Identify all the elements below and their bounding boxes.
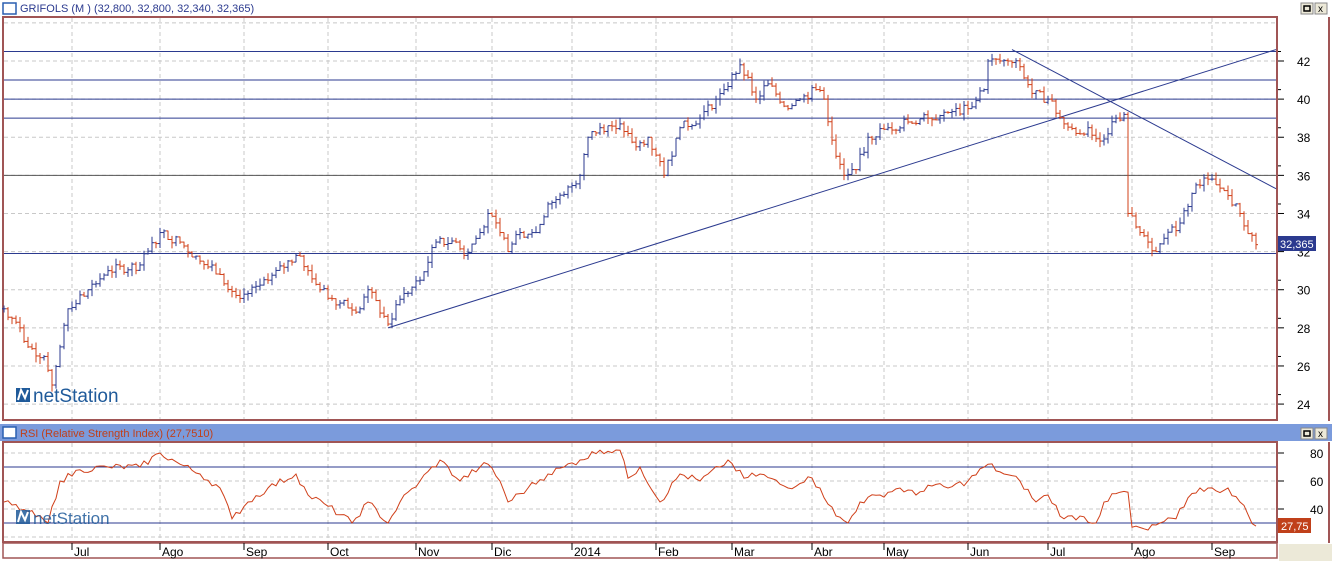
x-tick-label: Jul [74, 545, 89, 559]
y-tick-label: 60 [1310, 475, 1324, 489]
y-tick-label: 80 [1310, 447, 1324, 461]
x-tick-label: Feb [658, 545, 679, 559]
y-tick-label: 34 [1297, 207, 1311, 221]
x-tick-label: Nov [418, 545, 439, 559]
svg-text:x: x [1318, 4, 1323, 15]
rsi-title: RSI (Relative Strength Index) (27,7510) [20, 428, 213, 440]
window-icon [2, 2, 17, 15]
x-tick-label: 2014 [574, 545, 601, 559]
chart-canvas: GRIFOLS (M ) (32,800, 32,800, 32,340, 32… [0, 0, 1332, 561]
maximize-icon[interactable] [1300, 427, 1314, 440]
watermark: netStation [33, 509, 110, 528]
date-axis [2, 542, 1278, 559]
close-icon[interactable]: x [1314, 427, 1328, 440]
y-tick-label: 42 [1297, 55, 1311, 69]
y-tick-label: 36 [1297, 169, 1311, 183]
y-tick-label: 30 [1297, 284, 1311, 298]
x-tick-label: Mar [734, 545, 755, 559]
y-tick-label: 28 [1297, 322, 1311, 336]
y-tick-label: 24 [1297, 398, 1311, 412]
x-tick-label: Ago [1134, 545, 1156, 559]
x-tick-label: May [886, 545, 909, 559]
x-tick-label: Dic [494, 545, 511, 559]
close-icon[interactable]: x [1314, 2, 1328, 15]
x-tick-label: Jul [1050, 545, 1065, 559]
y-tick-label: 40 [1310, 503, 1324, 517]
rsi-plot-area [2, 441, 1278, 543]
window-icon [2, 426, 17, 439]
price-plot-area [2, 16, 1278, 421]
main-title: GRIFOLS (M ) (32,800, 32,800, 32,340, 32… [20, 3, 254, 15]
x-tick-label: Abr [814, 545, 833, 559]
last-price-label: 32,365 [1280, 239, 1314, 251]
last-rsi-label: 27,75 [1281, 521, 1309, 533]
x-tick-label: Sep [246, 545, 268, 559]
x-tick-label: Oct [330, 545, 349, 559]
y-tick-label: 40 [1297, 93, 1311, 107]
y-tick-label: 38 [1297, 131, 1311, 145]
svg-text:x: x [1318, 429, 1323, 440]
x-tick-label: Jun [970, 545, 989, 559]
y-tick-label: 26 [1297, 360, 1311, 374]
watermark: netStation [33, 386, 119, 407]
x-tick-label: Sep [1214, 545, 1236, 559]
maximize-icon[interactable] [1300, 2, 1314, 15]
x-tick-label: Ago [162, 545, 184, 559]
